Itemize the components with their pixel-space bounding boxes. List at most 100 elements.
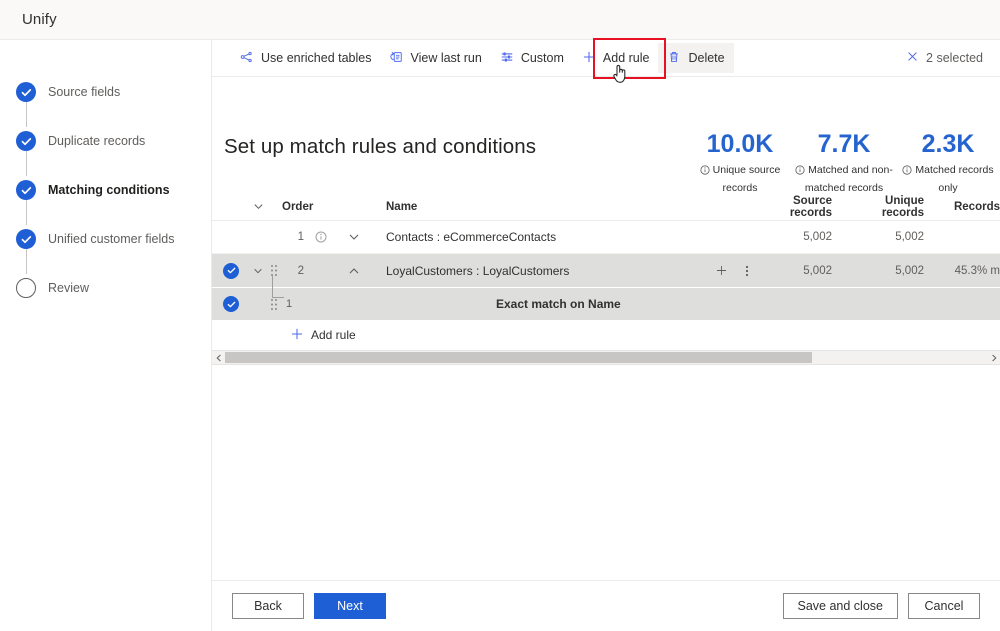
table-header-row: Order Name Source records Unique records… [212, 193, 1000, 221]
clear-selection-button[interactable]: 2 selected [897, 43, 992, 73]
step-complete-icon [16, 82, 36, 102]
kpi-value: 2.3K [921, 130, 975, 158]
kpi-value: 10.0K [706, 130, 774, 158]
step-pending-icon [16, 278, 36, 298]
sliders-icon [500, 50, 514, 67]
enriched-tables-icon [240, 50, 254, 67]
custom-label: Custom [520, 51, 564, 65]
kpi-label-text: Unique source records [712, 164, 781, 194]
table-row[interactable]: 1 Contacts : eCommerceContacts 5,002 5,0… [212, 221, 1000, 254]
sidebar-item-label: Unified customer fields [48, 232, 175, 246]
sidebar-item-review[interactable]: Review [16, 276, 206, 300]
delete-button[interactable]: Delete [658, 43, 734, 73]
add-rule-row: Add rule [212, 320, 1000, 350]
add-rule-toolbar-button[interactable]: Add rule [573, 43, 659, 73]
sidebar-item-matching-conditions[interactable]: Matching conditions [16, 178, 206, 225]
scrollbar-track[interactable] [225, 352, 987, 363]
sidebar-item-label: Duplicate records [48, 134, 146, 148]
step-complete-icon [16, 180, 36, 200]
back-button[interactable]: Back [232, 593, 304, 619]
kpi-label: Unique source records [688, 162, 792, 196]
row-order: 2 [297, 264, 304, 277]
step-connector [26, 151, 27, 176]
row-chevron-toggle[interactable] [250, 266, 266, 276]
row-name: Contacts : eCommerceContacts [386, 230, 557, 244]
horizontal-scrollbar[interactable] [212, 350, 1000, 365]
sidebar-item-source-fields[interactable]: Source fields [16, 80, 206, 127]
step-connector [26, 200, 27, 225]
step-complete-icon [16, 131, 36, 151]
row-checkbox[interactable] [212, 262, 250, 279]
cancel-button[interactable]: Cancel [908, 593, 980, 619]
row-records: 45.3% m [954, 264, 1000, 277]
page-title: Set up match rules and conditions [224, 135, 537, 158]
column-header-unique-records[interactable]: Unique records [842, 195, 936, 219]
row-source-records: 5,002 [803, 264, 832, 277]
app-title: Unify [22, 11, 57, 28]
plus-icon [582, 50, 596, 67]
kpi-matched-records-only: 2.3K Matched records only [896, 129, 1000, 196]
app-root: Unify Source fields Duplicate records Ma… [0, 0, 1000, 631]
add-rule-link[interactable]: Add rule [290, 327, 356, 344]
next-button[interactable]: Next [314, 593, 386, 619]
table-row[interactable]: 2 LoyalCustomers : LoyalCustomers 5,002 … [212, 254, 1000, 287]
row-name: Exact match on Name [496, 297, 621, 311]
plus-icon [290, 327, 304, 344]
kpi-label: Matched and non-matched records [792, 162, 896, 196]
checkbox-checked-icon [223, 262, 239, 279]
view-last-run-button[interactable]: View last run [380, 43, 490, 73]
scrollbar-thumb[interactable] [225, 352, 812, 363]
delete-label: Delete [688, 51, 725, 65]
wizard-sidebar: Source fields Duplicate records Matching… [0, 40, 212, 631]
checkbox-checked-icon [223, 296, 239, 312]
table-row[interactable]: 1 Exact match on Name [212, 276, 1000, 320]
footer-action-bar: Back Next Save and close Cancel [212, 580, 1000, 631]
sidebar-item-unified-customer-fields[interactable]: Unified customer fields [16, 227, 206, 274]
command-bar: Use enriched tables View last run Custom… [212, 38, 1000, 83]
sidebar-item-label: Source fields [48, 85, 121, 99]
sub-row-drag-handle[interactable] [266, 298, 282, 311]
custom-button[interactable]: Custom [491, 43, 573, 73]
trash-icon [667, 50, 681, 67]
row-source-records: 5,002 [803, 231, 832, 243]
kpi-matched-and-non-matched-records: 7.7K Matched and non-matched records [792, 129, 896, 196]
column-header-records[interactable]: Records [936, 201, 1000, 213]
use-enriched-tables-button[interactable]: Use enriched tables [231, 43, 380, 73]
use-enriched-tables-label: Use enriched tables [261, 51, 372, 65]
column-header-name[interactable]: Name [376, 201, 708, 213]
row-order: 1 [286, 298, 293, 310]
row-add-condition-button[interactable] [708, 264, 734, 277]
row-expand-toggle[interactable] [332, 231, 376, 243]
info-icon[interactable] [700, 165, 710, 178]
wizard-stepper: Source fields Duplicate records Matching… [16, 80, 206, 300]
column-header-order[interactable]: Order [282, 201, 313, 213]
sidebar-item-label: Matching conditions [48, 183, 170, 197]
row-order: 1 [297, 231, 304, 243]
kpi-value: 7.7K [817, 130, 871, 158]
info-icon[interactable] [795, 165, 805, 178]
row-checkbox[interactable] [212, 296, 250, 312]
collapse-all-toggle[interactable] [250, 201, 266, 212]
step-connector [26, 249, 27, 274]
step-connector [26, 102, 27, 127]
sidebar-item-duplicate-records[interactable]: Duplicate records [16, 129, 206, 176]
scroll-left-arrow-icon[interactable] [212, 354, 225, 362]
column-header-source-records[interactable]: Source records [760, 195, 842, 219]
sidebar-item-label: Review [48, 281, 89, 295]
main-panel: Use enriched tables View last run Custom… [212, 38, 1000, 631]
kpi-unique-source-records: 10.0K Unique source records [688, 129, 792, 196]
kpi-label: Matched records only [896, 162, 1000, 196]
add-rule-link-label: Add rule [311, 328, 356, 342]
view-last-run-icon [389, 50, 403, 67]
close-icon [906, 50, 919, 66]
row-unique-records: 5,002 [895, 264, 924, 277]
headline-section: Set up match rules and conditions 10.0K … [212, 77, 1000, 194]
row-collapse-toggle[interactable] [332, 265, 376, 277]
scroll-right-arrow-icon[interactable] [987, 354, 1000, 362]
match-rules-table: Order Name Source records Unique records… [212, 193, 1000, 365]
view-last-run-label: View last run [410, 51, 482, 65]
info-icon[interactable] [902, 165, 912, 178]
row-info-icon[interactable] [310, 231, 332, 243]
save-and-close-button[interactable]: Save and close [782, 593, 898, 619]
row-more-options-button[interactable] [734, 264, 760, 278]
